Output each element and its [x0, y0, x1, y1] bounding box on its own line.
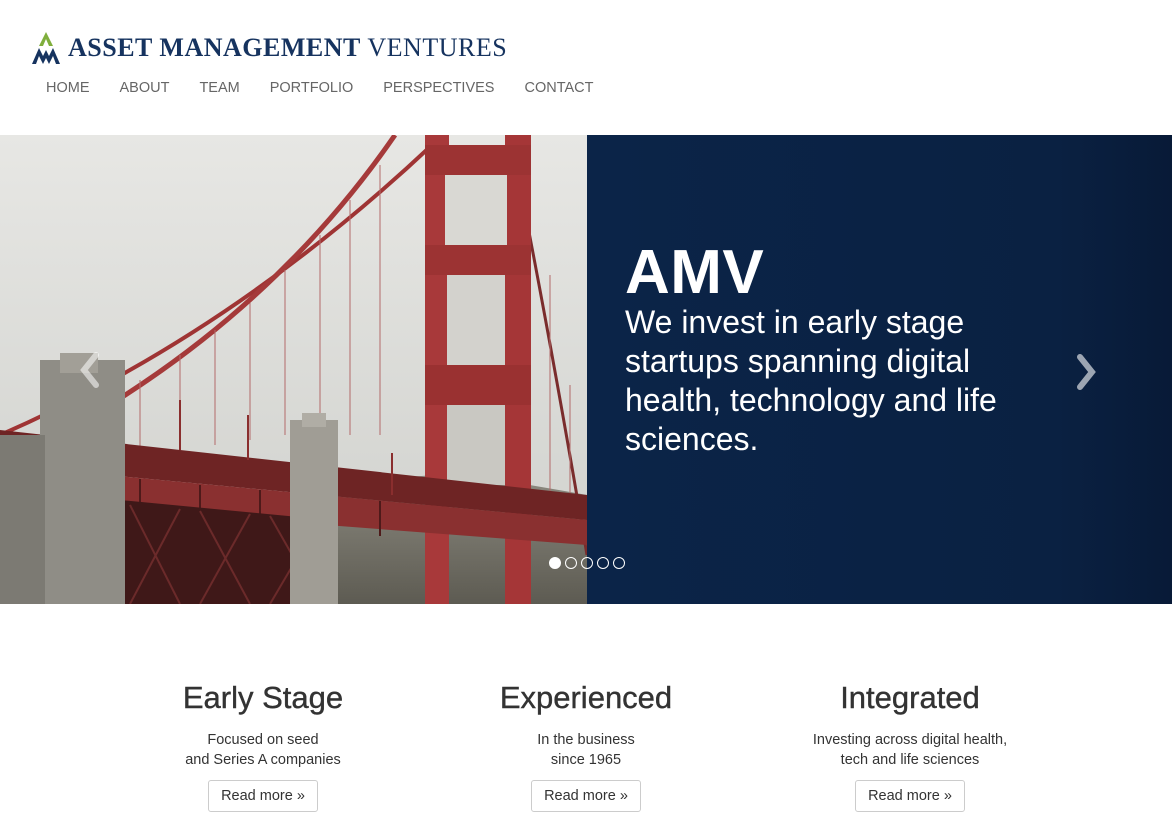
feature-line-2: tech and life sciences	[840, 752, 980, 768]
hero-tagline: We invest in early stage startups spanni…	[625, 304, 997, 457]
nav-portfolio[interactable]: PORTFOLIO	[270, 80, 354, 96]
feature-title: Integrated	[840, 680, 980, 715]
nav-contact[interactable]: CONTACT	[524, 80, 593, 96]
feature-experienced: Experienced In the business since 1965 R…	[426, 680, 746, 812]
brand-name-regular: VENTURES	[367, 33, 508, 62]
site-header: ASSET MANAGEMENT VENTURES HOME ABOUT TEA…	[0, 0, 1172, 135]
main-nav: HOME ABOUT TEAM PORTFOLIO PERSPECTIVES C…	[46, 80, 623, 96]
feature-line-1: Investing across digital health,	[812, 732, 1008, 748]
feature-description: In the business since 1965	[426, 730, 746, 770]
carousel-next-button[interactable]	[1066, 347, 1106, 397]
carousel-dot-3[interactable]	[581, 557, 593, 569]
nav-about[interactable]: ABOUT	[120, 80, 170, 96]
amv-mountain-logo-icon	[32, 32, 60, 64]
chevron-left-icon	[80, 352, 99, 388]
hero-carousel: AMV We invest in early stage startups sp…	[0, 135, 1172, 604]
feature-line-2: since 1965	[550, 752, 622, 768]
feature-line-2: and Series A companies	[185, 752, 341, 768]
feature-integrated: Integrated Investing across digital heal…	[750, 680, 1070, 812]
feature-title: Experienced	[499, 680, 673, 715]
carousel-prev-button[interactable]	[70, 345, 110, 395]
feature-title: Early Stage	[182, 680, 344, 715]
brand-logo[interactable]: ASSET MANAGEMENT VENTURES	[30, 28, 507, 68]
feature-description: Investing across digital health, tech an…	[750, 730, 1070, 770]
nav-perspectives[interactable]: PERSPECTIVES	[383, 80, 494, 96]
carousel-dot-4[interactable]	[597, 557, 609, 569]
feature-description: Focused on seed and Series A companies	[103, 730, 423, 770]
read-more-button[interactable]: Read more »	[208, 780, 318, 812]
carousel-dot-1[interactable]	[549, 557, 561, 569]
read-more-button[interactable]: Read more »	[855, 780, 965, 812]
feature-line-1: In the business	[537, 732, 635, 748]
nav-team[interactable]: TEAM	[199, 80, 239, 96]
nav-home[interactable]: HOME	[46, 80, 90, 96]
read-more-button[interactable]: Read more »	[531, 780, 641, 812]
carousel-dot-2[interactable]	[565, 557, 577, 569]
brand-name: ASSET MANAGEMENT VENTURES	[68, 33, 507, 63]
chevron-right-icon	[1077, 354, 1096, 390]
carousel-dot-5[interactable]	[613, 557, 625, 569]
brand-name-bold: ASSET MANAGEMENT	[68, 33, 361, 62]
carousel-indicators	[549, 557, 625, 569]
hero-title: AMV	[625, 238, 765, 307]
feature-line-1: Focused on seed	[207, 732, 319, 748]
feature-early-stage: Early Stage Focused on seed and Series A…	[103, 680, 423, 812]
